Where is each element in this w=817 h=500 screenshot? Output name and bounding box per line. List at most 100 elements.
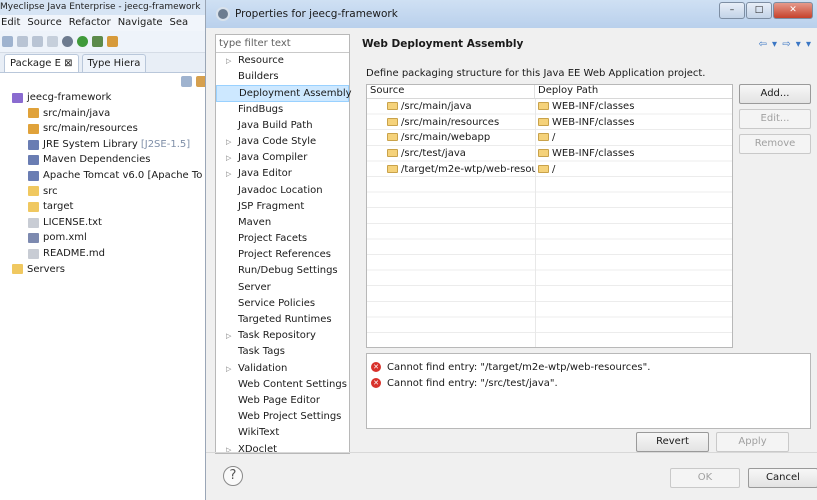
nav-item[interactable]: FindBugs [216, 102, 349, 118]
run-icon[interactable] [77, 36, 88, 47]
debug-icon[interactable] [62, 36, 73, 47]
error-messages: ✕ Cannot find entry: "/target/m2e-wtp/web… [366, 353, 811, 429]
nav-item[interactable]: Builders [216, 69, 349, 85]
tree-item-label: README.md [43, 247, 106, 259]
nav-item[interactable]: Web Page Editor [216, 393, 349, 409]
ide-title: Myeclipse Java Enterprise - jeecg-framew… [0, 0, 213, 15]
source-cell: /src/main/webapp [367, 132, 535, 143]
properties-dialog: Properties for jeecg-framework – □ ✕ typ… [205, 0, 817, 500]
revert-button[interactable]: Revert [636, 432, 709, 452]
tab-package-explorer[interactable]: Package E ⊠ [4, 54, 79, 72]
nav-item[interactable]: Resource [216, 53, 349, 69]
table-row[interactable]: /src/test/java WEB-INF/classes [367, 146, 732, 162]
filter-input[interactable]: type filter text [216, 35, 349, 53]
nav-item[interactable]: Project References [216, 247, 349, 263]
gear-icon [216, 7, 230, 21]
deploy-column-header[interactable]: Deploy Path [535, 85, 732, 98]
tab-type-hierarchy[interactable]: Type Hiera [81, 54, 147, 72]
minimize-button[interactable]: – [719, 2, 745, 19]
view-tabs: Package E ⊠ Type Hiera [0, 53, 213, 73]
tree-item[interactable]: JRE System Library [J2SE-1.5] [4, 137, 213, 153]
tree-item-label: src [43, 185, 58, 197]
sort-arrow-icon: ^ [464, 85, 470, 90]
tree-item[interactable]: LICENSE.txt [4, 215, 213, 231]
nav-item[interactable]: Service Policies [216, 296, 349, 312]
tree-item[interactable]: src [4, 184, 213, 200]
source-column-header[interactable]: Source ^ [367, 85, 535, 98]
cancel-button[interactable]: Cancel [748, 468, 817, 488]
menu-source[interactable]: Source [27, 17, 61, 28]
ok-button[interactable]: OK [670, 468, 740, 488]
tree-node-icon [28, 201, 39, 212]
menu-refactor[interactable]: Refactor [69, 17, 111, 28]
print-icon[interactable] [47, 36, 58, 47]
deploy-cell: WEB-INF/classes [535, 101, 732, 112]
tree-item[interactable]: target [4, 199, 213, 215]
tree-item[interactable]: src/main/resources [4, 121, 213, 137]
tree-item[interactable]: Maven Dependencies [4, 152, 213, 168]
nav-item[interactable]: Targeted Runtimes [216, 312, 349, 328]
menu-edit[interactable]: Edit [1, 17, 20, 28]
nav-item[interactable]: Java Code Style [216, 134, 349, 150]
tree-item[interactable]: README.md [4, 246, 213, 262]
external-tools-icon[interactable] [92, 36, 103, 47]
remove-button[interactable]: Remove [739, 134, 811, 154]
dialog-separator [206, 452, 817, 453]
maximize-button[interactable]: □ [746, 2, 772, 19]
nav-item[interactable]: Web Project Settings [216, 409, 349, 425]
nav-item[interactable]: Validation [216, 361, 349, 377]
nav-item[interactable]: Task Repository [216, 328, 349, 344]
edit-button[interactable]: Edit... [739, 109, 811, 129]
nav-item[interactable]: Task Tags [216, 344, 349, 360]
new-package-icon[interactable] [107, 36, 118, 47]
folder-icon [538, 117, 549, 126]
nav-item[interactable]: Maven [216, 215, 349, 231]
tree-node-icon [28, 217, 39, 228]
menu-navigate[interactable]: Navigate [118, 17, 163, 28]
tree-item[interactable]: Servers [4, 262, 213, 278]
folder-icon [538, 149, 549, 158]
nav-item[interactable]: Java Editor [216, 166, 349, 182]
table-row[interactable]: /src/main/java WEB-INF/classes [367, 99, 732, 115]
table-row[interactable]: /target/m2e-wtp/web-resourc / [367, 161, 732, 177]
history-arrows-icon[interactable]: ⇦ ▾ ⇨ ▾ ▾ [758, 39, 812, 50]
table-header: Source ^ Deploy Path [367, 85, 732, 99]
folder-icon [538, 102, 549, 111]
tree-item[interactable]: pom.xml [4, 230, 213, 246]
tree-item-label: jeecg-framework [27, 92, 112, 103]
nav-item[interactable]: Web Content Settings [216, 377, 349, 393]
tree-item[interactable]: jeecg-framework [4, 90, 213, 106]
help-icon[interactable]: ? [223, 466, 243, 486]
tree-item[interactable]: Apache Tomcat v6.0 [Apache To [4, 168, 213, 184]
tree-item-label: target [43, 201, 74, 213]
nav-item[interactable]: Run/Debug Settings [216, 263, 349, 279]
close-button[interactable]: ✕ [773, 2, 813, 19]
nav-item[interactable]: Javadoc Location [216, 183, 349, 199]
nav-item[interactable]: WikiText [216, 425, 349, 441]
table-buttons: Add... Edit... Remove [739, 84, 811, 159]
table-row[interactable]: /src/main/webapp / [367, 130, 732, 146]
nav-item[interactable]: XDoclet [216, 442, 349, 458]
tree-item[interactable]: src/main/java [4, 106, 213, 122]
apply-button[interactable]: Apply [716, 432, 789, 452]
tree-item-label: src/main/java [43, 107, 111, 119]
save-all-icon[interactable] [32, 36, 43, 47]
add-button[interactable]: Add... [739, 84, 811, 104]
nav-item[interactable]: Server [216, 280, 349, 296]
folder-icon [387, 149, 398, 158]
nav-item[interactable]: Java Compiler [216, 150, 349, 166]
collapse-all-icon[interactable] [181, 76, 192, 87]
table-body: /src/main/java WEB-INF/classes/src/main/r… [367, 99, 732, 347]
tree-item-label: Maven Dependencies [43, 154, 151, 166]
save-icon[interactable] [17, 36, 28, 47]
dialog-title: Properties for jeecg-framework [235, 8, 398, 20]
new-icon[interactable] [2, 36, 13, 47]
nav-item[interactable]: Java Build Path [216, 118, 349, 134]
nav-list: ResourceBuildersDeployment AssemblyFindB… [216, 53, 352, 458]
nav-item[interactable]: Deployment Assembly [216, 85, 352, 102]
nav-item[interactable]: JSP Fragment [216, 199, 349, 215]
nav-item[interactable]: Project Facets [216, 231, 349, 247]
tree-node-icon [28, 170, 39, 181]
table-row[interactable]: /src/main/resources WEB-INF/classes [367, 115, 732, 131]
menu-search[interactable]: Sea [170, 17, 189, 28]
